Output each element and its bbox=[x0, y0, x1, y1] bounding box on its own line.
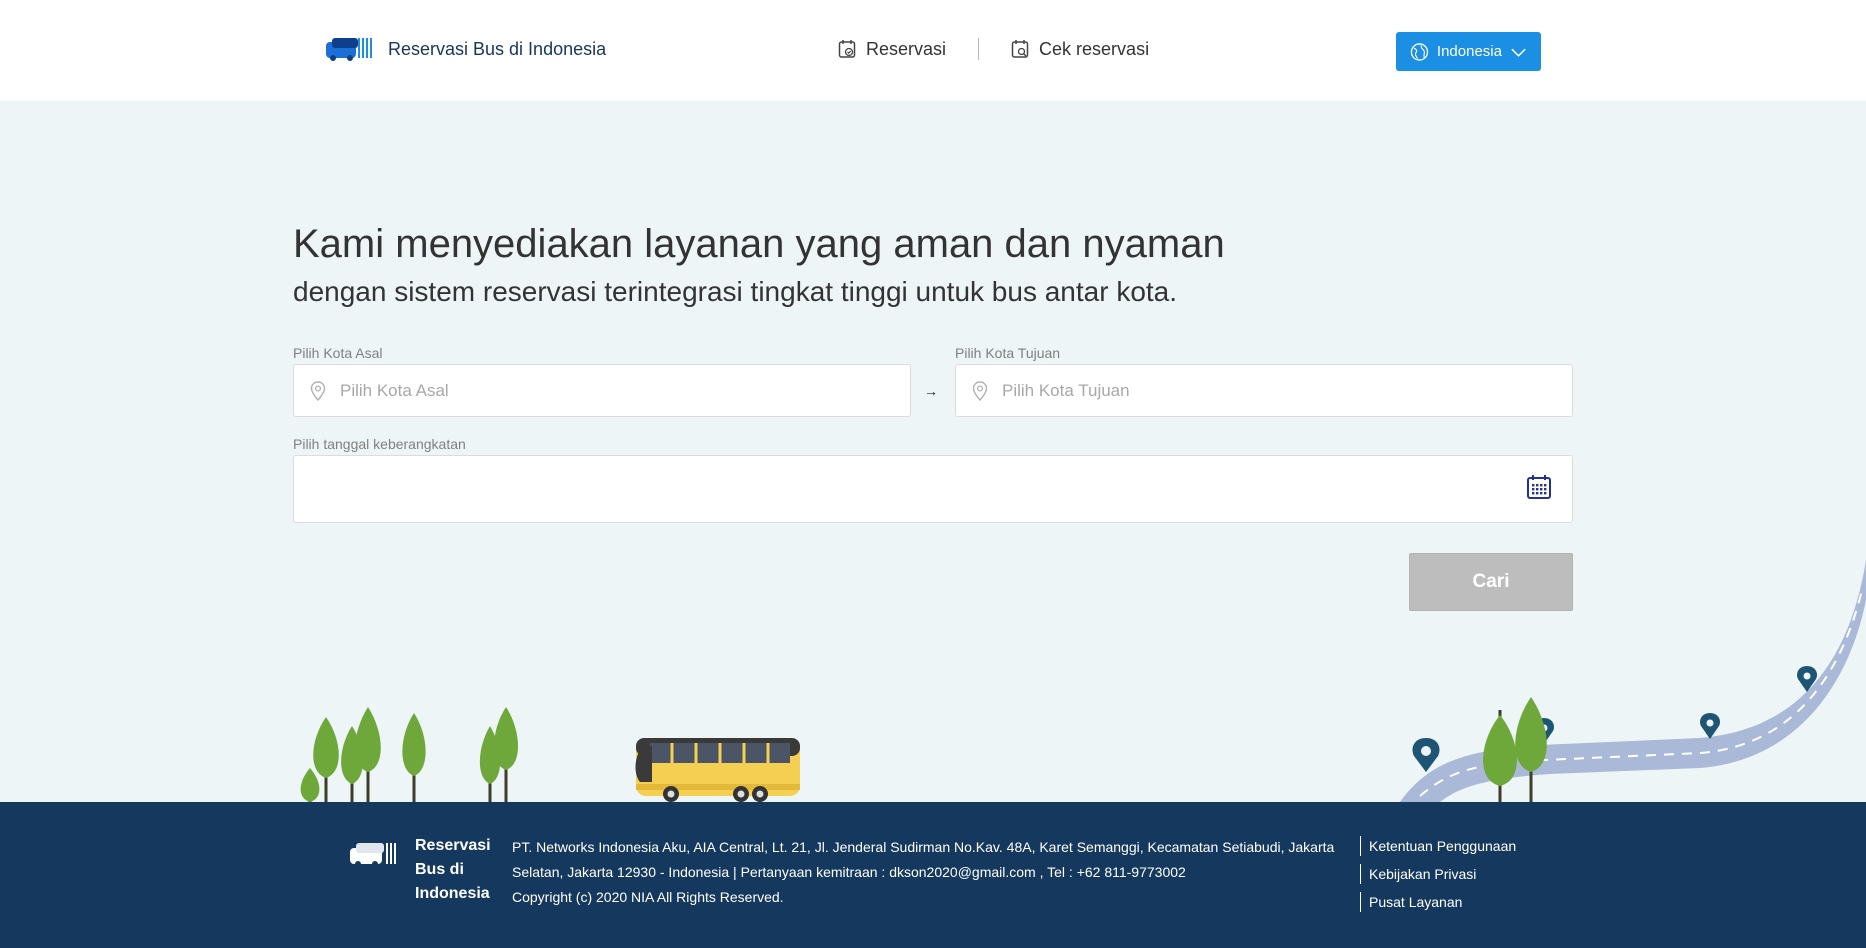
site-header: Reservasi Bus di Indonesia Reservasi Cek… bbox=[0, 0, 1866, 101]
hero-subtitle: dengan sistem reservasi terintegrasi tin… bbox=[293, 276, 1178, 307]
main-nav: Reservasi Cek reservasi bbox=[838, 38, 1149, 60]
road bbox=[1400, 560, 1866, 802]
landscape-illustration bbox=[300, 560, 1866, 802]
origin-label: Pilih Kota Asal bbox=[293, 345, 383, 361]
footer-links: Ketentuan Penggunaan Kebijakan Privasi P… bbox=[1360, 836, 1516, 920]
copyright-text: Copyright (c) 2020 NIA All Rights Reserv… bbox=[512, 889, 784, 905]
footer-address-line: Selatan, Jakarta 12930 - Indonesia | Per… bbox=[512, 864, 1186, 880]
destination-input[interactable] bbox=[1002, 380, 1522, 401]
departure-date-field[interactable] bbox=[293, 455, 1573, 523]
footer-brand-line: Indonesia bbox=[415, 885, 490, 902]
departure-date-input[interactable] bbox=[310, 479, 1490, 499]
footer-link-help-center[interactable]: Pusat Layanan bbox=[1360, 892, 1516, 912]
tree bbox=[402, 713, 426, 802]
globe-icon bbox=[1410, 42, 1429, 61]
chevron-down-icon bbox=[1511, 48, 1526, 57]
tree bbox=[300, 768, 320, 802]
nav-reservasi-label: Reservasi bbox=[866, 38, 947, 59]
footer-link-privacy[interactable]: Kebijakan Privasi bbox=[1360, 864, 1516, 884]
calendar-icon[interactable] bbox=[1526, 474, 1552, 500]
brand-home-link[interactable]: Reservasi Bus di Indonesia bbox=[324, 36, 606, 62]
origin-input[interactable] bbox=[340, 380, 860, 401]
destination-label: Pilih Kota Tujuan bbox=[955, 345, 1061, 361]
nav-divider bbox=[978, 38, 980, 60]
destination-field[interactable] bbox=[955, 364, 1573, 417]
map-pin-marker bbox=[1412, 738, 1440, 772]
nav-reservasi[interactable]: Reservasi bbox=[838, 39, 946, 60]
origin-field[interactable] bbox=[293, 364, 911, 417]
nav-cek-reservasi[interactable]: Cek reservasi bbox=[1011, 39, 1149, 60]
footer-brand: Reservasi Bus di Indonesia bbox=[415, 834, 495, 906]
route-arrow-icon: → bbox=[924, 383, 938, 399]
bus-logo-icon bbox=[350, 843, 396, 867]
footer-address: PT. Networks Indonesia Aku, AIA Central,… bbox=[512, 835, 1352, 910]
bus-illustration bbox=[635, 738, 800, 802]
language-label: Indonesia bbox=[1436, 43, 1502, 60]
footer-address-line: PT. Networks Indonesia Aku, AIA Central,… bbox=[512, 839, 1335, 855]
hero-title: Kami menyediakan layanan yang aman dan n… bbox=[293, 222, 1225, 266]
tree bbox=[1515, 697, 1547, 802]
nav-cek-reservasi-label: Cek reservasi bbox=[1039, 38, 1150, 59]
site-footer: Reservasi Bus di Indonesia PT. Networks … bbox=[0, 802, 1866, 948]
bus-logo-icon bbox=[326, 38, 372, 61]
map-pin-marker bbox=[1700, 713, 1720, 739]
calendar-search-icon bbox=[1011, 40, 1029, 58]
tree bbox=[493, 707, 519, 802]
tree bbox=[1483, 710, 1517, 802]
brand-name: Reservasi Bus di Indonesia bbox=[388, 38, 607, 59]
language-selector-button[interactable]: Indonesia bbox=[1396, 32, 1541, 71]
map-pin-icon bbox=[310, 380, 326, 401]
footer-brand-line: Bus di bbox=[415, 861, 464, 878]
map-pin-icon bbox=[972, 380, 988, 401]
tree bbox=[355, 707, 381, 802]
footer-link-terms[interactable]: Ketentuan Penggunaan bbox=[1360, 836, 1516, 856]
calendar-check-icon bbox=[838, 40, 856, 58]
date-label: Pilih tanggal keberangkatan bbox=[293, 436, 466, 452]
footer-brand-line: Reservasi bbox=[415, 837, 491, 854]
